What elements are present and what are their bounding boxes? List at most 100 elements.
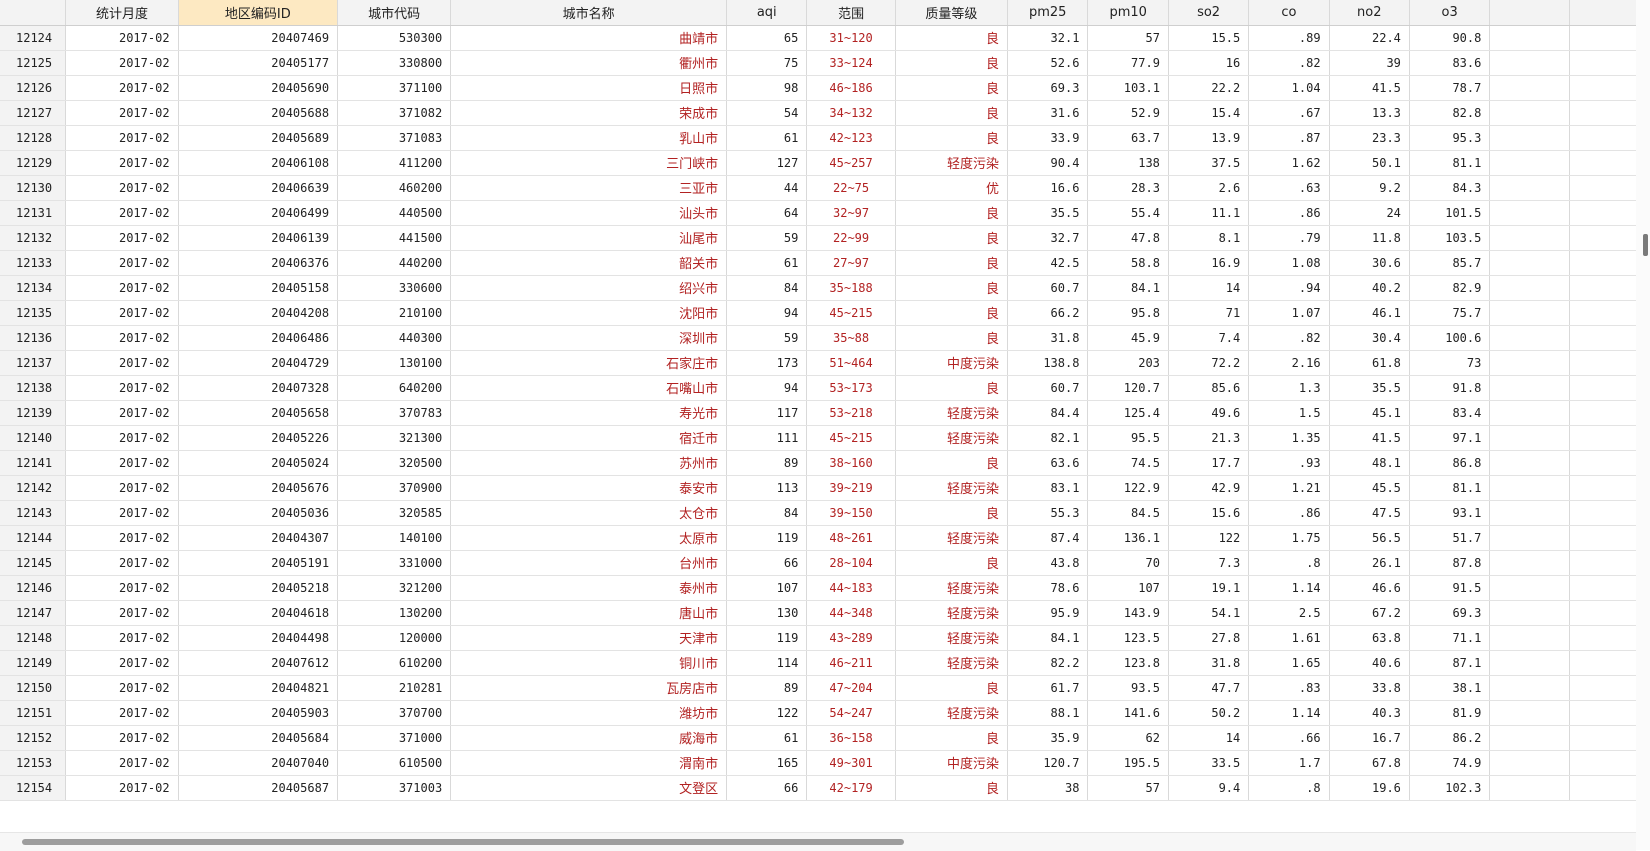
cell-pm10[interactable]: 123.8	[1087, 650, 1169, 676]
cell-pm10[interactable]: 28.3	[1087, 175, 1169, 201]
cell-city-name[interactable]: 韶关市	[450, 250, 728, 276]
cell-month[interactable]: 2017-02	[65, 550, 179, 576]
cell-empty[interactable]	[1489, 250, 1571, 276]
cell-empty[interactable]	[1489, 300, 1571, 326]
cell-empty[interactable]	[1489, 350, 1571, 376]
cell-region-id[interactable]: 20406639	[178, 175, 339, 201]
cell-pm25[interactable]: 120.7	[1007, 750, 1089, 776]
cell-pm10[interactable]: 84.1	[1087, 275, 1169, 301]
cell-quality-grade[interactable]: 良	[895, 275, 1008, 301]
cell-month[interactable]: 2017-02	[65, 225, 179, 251]
row-number[interactable]: 12126	[0, 75, 67, 101]
cell-region-id[interactable]: 20405218	[178, 575, 339, 601]
table-row[interactable]: 12139 2017-02 20405658 370783 寿光市 117 53~218 轻度…	[0, 400, 1650, 426]
cell-co[interactable]: .8	[1248, 550, 1330, 576]
cell-quality-grade[interactable]: 良	[895, 250, 1008, 276]
cell-pm10[interactable]: 138	[1087, 150, 1169, 176]
cell-city-name[interactable]: 石嘴山市	[450, 375, 728, 401]
cell-pm25[interactable]: 43.8	[1007, 550, 1089, 576]
cell-month[interactable]: 2017-02	[65, 750, 179, 776]
cell-no2[interactable]: 23.3	[1329, 125, 1410, 151]
cell-pm10[interactable]: 45.9	[1087, 325, 1169, 351]
horizontal-scrollbar[interactable]	[0, 832, 1636, 851]
cell-aqi[interactable]: 173	[726, 350, 808, 376]
cell-city-name[interactable]: 泰安市	[450, 475, 728, 501]
cell-city-code[interactable]: 640200	[337, 375, 452, 401]
cell-empty[interactable]	[1489, 450, 1571, 476]
cell-city-code[interactable]: 210100	[337, 300, 452, 326]
row-number[interactable]: 12148	[0, 625, 67, 651]
cell-city-code[interactable]: 440200	[337, 250, 452, 276]
vertical-scroll-thumb[interactable]	[1643, 234, 1648, 256]
cell-so2[interactable]: 71	[1168, 300, 1250, 326]
cell-range[interactable]: 39~150	[806, 500, 896, 526]
cell-no2[interactable]: 50.1	[1329, 150, 1410, 176]
cell-pm25[interactable]: 60.7	[1007, 375, 1089, 401]
table-row[interactable]: 12154 2017-02 20405687 371003 文登区 66 42~179 良 38…	[0, 775, 1650, 801]
row-number[interactable]: 12135	[0, 300, 67, 326]
cell-range[interactable]: 53~173	[806, 375, 896, 401]
table-row[interactable]: 12146 2017-02 20405218 321200 泰州市 107 44~183 轻度…	[0, 575, 1650, 601]
column-header-aqi[interactable]: aqi	[726, 0, 808, 26]
table-row[interactable]: 12149 2017-02 20407612 610200 铜川市 114 46~211 轻度…	[0, 650, 1650, 676]
cell-pm10[interactable]: 143.9	[1087, 600, 1169, 626]
cell-quality-grade[interactable]: 轻度污染	[895, 425, 1008, 451]
cell-quality-grade[interactable]: 良	[895, 125, 1008, 151]
cell-month[interactable]: 2017-02	[65, 625, 179, 651]
cell-city-code[interactable]: 440500	[337, 200, 452, 226]
cell-pm10[interactable]: 57	[1087, 775, 1169, 801]
cell-quality-grade[interactable]: 良	[895, 100, 1008, 126]
column-header-o3[interactable]: o3	[1409, 0, 1491, 26]
cell-range[interactable]: 53~218	[806, 400, 896, 426]
cell-month[interactable]: 2017-02	[65, 150, 179, 176]
cell-no2[interactable]: 45.1	[1329, 400, 1410, 426]
cell-aqi[interactable]: 98	[726, 75, 808, 101]
cell-month[interactable]: 2017-02	[65, 450, 179, 476]
cell-range[interactable]: 33~124	[806, 50, 896, 76]
cell-range[interactable]: 44~183	[806, 575, 896, 601]
cell-month[interactable]: 2017-02	[65, 575, 179, 601]
cell-pm10[interactable]: 57	[1087, 25, 1169, 51]
cell-so2[interactable]: 7.3	[1168, 550, 1250, 576]
cell-region-id[interactable]: 20406139	[178, 225, 339, 251]
cell-o3[interactable]: 51.7	[1409, 525, 1491, 551]
cell-range[interactable]: 45~257	[806, 150, 896, 176]
cell-city-code[interactable]: 371100	[337, 75, 452, 101]
cell-o3[interactable]: 102.3	[1409, 775, 1491, 801]
cell-city-code[interactable]: 330600	[337, 275, 452, 301]
cell-range[interactable]: 43~289	[806, 625, 896, 651]
cell-o3[interactable]: 81.1	[1409, 475, 1491, 501]
cell-o3[interactable]: 75.7	[1409, 300, 1491, 326]
row-number[interactable]: 12136	[0, 325, 67, 351]
cell-no2[interactable]: 9.2	[1329, 175, 1410, 201]
cell-quality-grade[interactable]: 良	[895, 200, 1008, 226]
cell-no2[interactable]: 19.6	[1329, 775, 1410, 801]
row-number[interactable]: 12147	[0, 600, 67, 626]
cell-quality-grade[interactable]: 良	[895, 725, 1008, 751]
cell-o3[interactable]: 91.5	[1409, 575, 1491, 601]
row-number[interactable]: 12129	[0, 150, 67, 176]
cell-pm10[interactable]: 62	[1087, 725, 1169, 751]
cell-co[interactable]: .86	[1248, 500, 1330, 526]
cell-co[interactable]: 1.14	[1248, 575, 1330, 601]
cell-co[interactable]: 1.3	[1248, 375, 1330, 401]
cell-o3[interactable]: 84.3	[1409, 175, 1491, 201]
cell-so2[interactable]: 47.7	[1168, 675, 1250, 701]
cell-city-code[interactable]: 371003	[337, 775, 452, 801]
cell-so2[interactable]: 31.8	[1168, 650, 1250, 676]
cell-aqi[interactable]: 94	[726, 375, 808, 401]
cell-month[interactable]: 2017-02	[65, 700, 179, 726]
cell-no2[interactable]: 47.5	[1329, 500, 1410, 526]
cell-co[interactable]: .82	[1248, 325, 1330, 351]
row-number[interactable]: 12151	[0, 700, 67, 726]
cell-quality-grade[interactable]: 轻度污染	[895, 650, 1008, 676]
cell-pm25[interactable]: 82.2	[1007, 650, 1089, 676]
cell-region-id[interactable]: 20406499	[178, 200, 339, 226]
cell-no2[interactable]: 67.2	[1329, 600, 1410, 626]
cell-no2[interactable]: 40.3	[1329, 700, 1410, 726]
cell-region-id[interactable]: 20405177	[178, 50, 339, 76]
cell-co[interactable]: 1.14	[1248, 700, 1330, 726]
cell-city-name[interactable]: 日照市	[450, 75, 728, 101]
cell-city-name[interactable]: 衢州市	[450, 50, 728, 76]
table-row[interactable]: 12136 2017-02 20406486 440300 深圳市 59 35~88 良 31.…	[0, 325, 1650, 351]
